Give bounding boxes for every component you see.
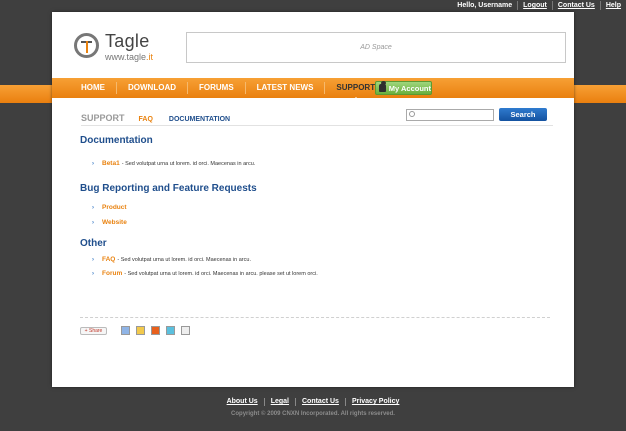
footer-privacy-policy-link[interactable]: Privacy Policy <box>352 398 399 405</box>
chevron-right-icon: › <box>92 160 94 167</box>
list-item: › Product <box>92 204 129 211</box>
list-item: › Forum - Sed volutpat urna ut lorem. id… <box>92 270 318 277</box>
link-forum[interactable]: Forum <box>102 270 122 277</box>
nav-home[interactable]: HOME <box>76 82 116 94</box>
chevron-right-icon: › <box>92 256 94 263</box>
subnav-divider <box>81 125 553 126</box>
list-item: › Website <box>92 219 129 226</box>
nav-latest-news[interactable]: LATEST NEWS <box>244 82 325 94</box>
logo-name: Tagle <box>105 31 150 51</box>
social-icon-4[interactable] <box>166 326 175 335</box>
link-beta1[interactable]: Beta1 <box>102 160 120 167</box>
contact-us-link[interactable]: Contact Us <box>558 2 595 9</box>
item-description: - Sed volutpat urna ut lorem. id orci. M… <box>117 256 251 263</box>
user-icon <box>379 81 386 92</box>
section-title-bug-reporting: Bug Reporting and Feature Requests <box>80 183 257 194</box>
my-account-button[interactable]: My Account <box>375 81 432 95</box>
chevron-right-icon: › <box>92 270 94 277</box>
section-title-other: Other <box>80 238 107 249</box>
share-bar: + Share <box>80 326 190 335</box>
footer-legal-link[interactable]: Legal <box>271 398 289 405</box>
search-icon <box>409 111 415 117</box>
chevron-right-icon: › <box>92 219 94 226</box>
top-links: Hello, Username Logout Contact Us Help <box>452 1 626 10</box>
subnav-faq[interactable]: FAQ <box>139 116 153 123</box>
help-link[interactable]: Help <box>606 2 621 9</box>
main-nav: HOME DOWNLOAD FORUMS LATEST NEWS SUPPORT… <box>52 78 574 100</box>
section-title-documentation: Documentation <box>80 135 153 146</box>
top-utility-bar: Hello, Username Logout Contact Us Help <box>0 0 626 12</box>
item-description: - Sed volutpat urna ut lorem. id orci. M… <box>124 270 318 277</box>
item-description: - Sed volutpat urna ut lorem. id orci. M… <box>121 160 256 167</box>
link-faq[interactable]: FAQ <box>102 256 115 263</box>
site-logo[interactable]: Tagle www.tagle.it <box>74 31 164 65</box>
share-button[interactable]: + Share <box>80 326 107 335</box>
sub-nav: SUPPORT FAQ DOCUMENTATION <box>81 113 246 123</box>
search-box <box>406 109 494 121</box>
logo-url: www.tagle.it <box>105 52 154 62</box>
footer-links: About Us Legal Contact Us Privacy Policy <box>0 398 626 406</box>
link-website[interactable]: Website <box>102 219 127 226</box>
nav-forums[interactable]: FORUMS <box>187 82 245 94</box>
page-container: Tagle www.tagle.it AD Space HOME DOWNLOA… <box>52 12 574 387</box>
ad-space-label: AD Space <box>360 44 392 51</box>
greeting: Hello, Username <box>457 2 513 9</box>
copyright-text: Copyright © 2009 CNXN Incorporated. All … <box>231 411 395 417</box>
ad-space: AD Space <box>186 32 566 63</box>
social-icon-2[interactable] <box>136 326 145 335</box>
list-item: › Beta1 - Sed volutpat urna ut lorem. id… <box>92 160 255 167</box>
content-divider <box>80 317 550 318</box>
my-account-label: My Account <box>388 83 431 93</box>
subnav-section-title: SUPPORT <box>81 113 125 123</box>
search-button[interactable]: Search <box>499 108 547 121</box>
footer-about-us-link[interactable]: About Us <box>227 398 258 405</box>
chevron-right-icon: › <box>92 204 94 211</box>
search-input[interactable] <box>417 110 491 120</box>
logout-link[interactable]: Logout <box>523 2 547 9</box>
tagle-logo-icon <box>74 33 99 58</box>
link-product[interactable]: Product <box>102 204 127 211</box>
social-icon-3[interactable] <box>151 326 160 335</box>
social-icon-1[interactable] <box>121 326 130 335</box>
subnav-documentation[interactable]: DOCUMENTATION <box>169 116 230 123</box>
list-item: › FAQ - Sed volutpat urna ut lorem. id o… <box>92 256 251 263</box>
social-icon-5[interactable] <box>181 326 190 335</box>
footer-contact-us-link[interactable]: Contact Us <box>302 398 339 405</box>
nav-download[interactable]: DOWNLOAD <box>116 82 187 94</box>
